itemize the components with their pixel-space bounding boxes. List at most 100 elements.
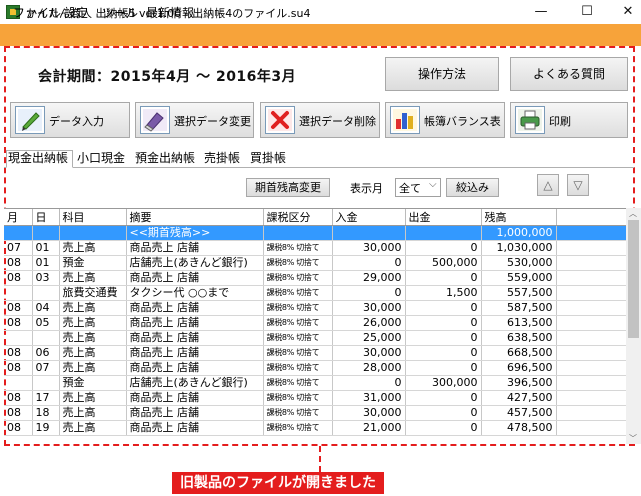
move-down-button[interactable]: ▽ — [567, 174, 589, 196]
cell-income: 30,000 — [332, 240, 406, 256]
cell-description: 商品売上 店舗 — [126, 270, 264, 286]
cell-tax: 課税8% 切捨て — [263, 300, 333, 316]
cell-income: 0 — [332, 285, 406, 301]
cell-day: 04 — [32, 300, 60, 316]
display-month-value: 全て — [399, 182, 421, 195]
faq-button[interactable]: よくある質問 — [510, 57, 628, 91]
col-month[interactable]: 月 — [4, 209, 33, 226]
print-button[interactable]: 印刷 — [510, 102, 628, 138]
table-row[interactable]: 08 01 預金 店舗売上(あきんど銀行) 課税8% 切捨て 0 500,000 530,00… — [4, 255, 626, 271]
howto-button[interactable]: 操作方法 — [385, 57, 499, 91]
table-header-row: 月 日 科目 摘要 課税区分 入金 出金 残高 — [4, 209, 626, 226]
table-row[interactable]: 08 18 売上高 商品売上 店舗 課税8% 切捨て 30,000 0 457,500 — [4, 405, 626, 421]
cell-expense: 300,000 — [405, 375, 482, 391]
table-row[interactable]: 預金 店舗売上(あきんど銀行) 課税8% 切捨て 0 300,000 396,500 — [4, 375, 626, 391]
col-filler — [556, 209, 626, 226]
table-row[interactable]: 08 07 売上高 商品売上 店舗 課税8% 切捨て 28,000 0 696,500 — [4, 360, 626, 376]
close-button[interactable]: ✕ — [608, 0, 641, 24]
cell-description: 商品売上 店舗 — [126, 330, 264, 346]
balance-report-button[interactable]: 帳簿バランス表 — [385, 102, 505, 138]
minimize-button[interactable]: — — [521, 0, 561, 24]
cell-expense: 1,500 — [405, 285, 482, 301]
table-row[interactable]: 旅費交通費 タクシー代 ○○まで 課税8% 切捨て 0 1,500 557,500 — [4, 285, 626, 301]
cell-description: 店舗売上(あきんど銀行) — [126, 375, 264, 391]
scroll-up-icon[interactable]: ︿ — [629, 208, 637, 219]
table-row[interactable]: 08 17 売上高 商品売上 店舗 課税8% 切捨て 31,000 0 427,500 — [4, 390, 626, 406]
opening-balance-row[interactable]: <<期首残高>> 1,000,000 — [4, 225, 626, 241]
menu-file[interactable]: ファイル — [13, 4, 61, 21]
cell-tax: 課税8% 切捨て — [263, 375, 333, 391]
table-row[interactable]: 07 01 売上高 商品売上 店舗 課税8% 切捨て 30,000 0 1,030,000 — [4, 240, 626, 256]
delete-selected-button[interactable]: 選択データ削除 — [260, 102, 380, 138]
menu-tools[interactable]: ツール — [102, 4, 138, 21]
col-income[interactable]: 入金 — [332, 209, 406, 226]
cell-account: 売上高 — [59, 360, 127, 376]
cell-month — [4, 285, 33, 301]
col-day[interactable]: 日 — [32, 209, 60, 226]
display-month-select[interactable]: 全て ⌵ — [395, 178, 441, 197]
tab-petty-cash[interactable]: 小口現金 — [76, 151, 126, 168]
scroll-down-icon[interactable]: ﹀ — [629, 433, 637, 444]
move-up-button[interactable]: △ — [537, 174, 559, 196]
menu-latest-info[interactable]: 最新情報 — [146, 4, 194, 21]
cell-day: 07 — [32, 360, 60, 376]
pencil-icon — [15, 106, 45, 134]
print-label: 印刷 — [549, 115, 571, 128]
cell-day — [32, 225, 60, 241]
cell-day: 06 — [32, 345, 60, 361]
col-tax[interactable]: 課税区分 — [263, 209, 333, 226]
edit-selected-button[interactable]: 選択データ変更 — [135, 102, 254, 138]
cell-balance: 587,500 — [481, 300, 557, 316]
accounting-period: 会計期間：2015年4月 〜 2016年3月 — [38, 69, 297, 85]
cell-filler — [556, 285, 626, 301]
cell-description: <<期首残高>> — [126, 225, 264, 241]
cell-income — [332, 225, 406, 241]
col-balance[interactable]: 残高 — [481, 209, 557, 226]
cell-filler — [556, 270, 626, 286]
col-description[interactable]: 摘要 — [126, 209, 264, 226]
tab-cash-book[interactable]: 現金出納帳 — [6, 150, 73, 168]
printer-icon — [515, 106, 545, 134]
chevron-down-icon: ⌵ — [429, 179, 437, 190]
tab-payables[interactable]: 買掛帳 — [249, 151, 287, 168]
cell-month: 08 — [4, 390, 33, 406]
tab-receivables[interactable]: 売掛帳 — [203, 151, 241, 168]
table-row[interactable]: 08 03 売上高 商品売上 店舗 課税8% 切捨て 29,000 0 559,000 — [4, 270, 626, 286]
scrollbar-thumb[interactable] — [628, 220, 639, 338]
tab-deposit-book[interactable]: 預金出納帳 — [134, 151, 196, 168]
cell-description: 商品売上 店舗 — [126, 420, 264, 436]
cell-tax: 課税8% 切捨て — [263, 270, 333, 286]
col-account[interactable]: 科目 — [59, 209, 127, 226]
cell-month: 07 — [4, 240, 33, 256]
cell-balance: 559,000 — [481, 270, 557, 286]
cell-filler — [556, 255, 626, 271]
menu-settings[interactable]: 設定 — [64, 4, 88, 21]
opening-balance-button[interactable]: 期首残高変更 — [246, 178, 330, 197]
table-row[interactable]: 08 19 売上高 商品売上 店舗 課税8% 切捨て 21,000 0 478,500 — [4, 420, 626, 436]
cell-filler — [556, 345, 626, 361]
table-row[interactable]: 売上高 商品売上 店舗 課税8% 切捨て 25,000 0 638,500 — [4, 330, 626, 346]
cell-expense: 0 — [405, 360, 482, 376]
cell-income: 21,000 — [332, 420, 406, 436]
filter-button[interactable]: 絞込み — [446, 178, 499, 197]
table-row[interactable]: 08 04 売上高 商品売上 店舗 課税8% 切捨て 30,000 0 587,500 — [4, 300, 626, 316]
cell-balance: 668,500 — [481, 345, 557, 361]
cell-filler — [556, 240, 626, 256]
data-entry-button[interactable]: データ入力 — [10, 102, 130, 138]
table-row[interactable]: 08 06 売上高 商品売上 店舗 課税8% 切捨て 30,000 0 668,500 — [4, 345, 626, 361]
table-row[interactable]: 08 05 売上高 商品売上 店舗 課税8% 切捨て 26,000 0 613,500 — [4, 315, 626, 331]
cell-month: 08 — [4, 270, 33, 286]
cell-day — [32, 375, 60, 391]
cell-expense: 0 — [405, 345, 482, 361]
cell-account: 売上高 — [59, 390, 127, 406]
cell-income: 30,000 — [332, 345, 406, 361]
cell-description: 商品売上 店舗 — [126, 405, 264, 421]
maximize-button[interactable]: ☐ — [567, 0, 607, 24]
cell-balance: 396,500 — [481, 375, 557, 391]
cell-tax: 課税8% 切捨て — [263, 420, 333, 436]
cell-expense: 0 — [405, 270, 482, 286]
cell-filler — [556, 390, 626, 406]
cell-income: 29,000 — [332, 270, 406, 286]
col-expense[interactable]: 出金 — [405, 209, 482, 226]
cell-filler — [556, 375, 626, 391]
